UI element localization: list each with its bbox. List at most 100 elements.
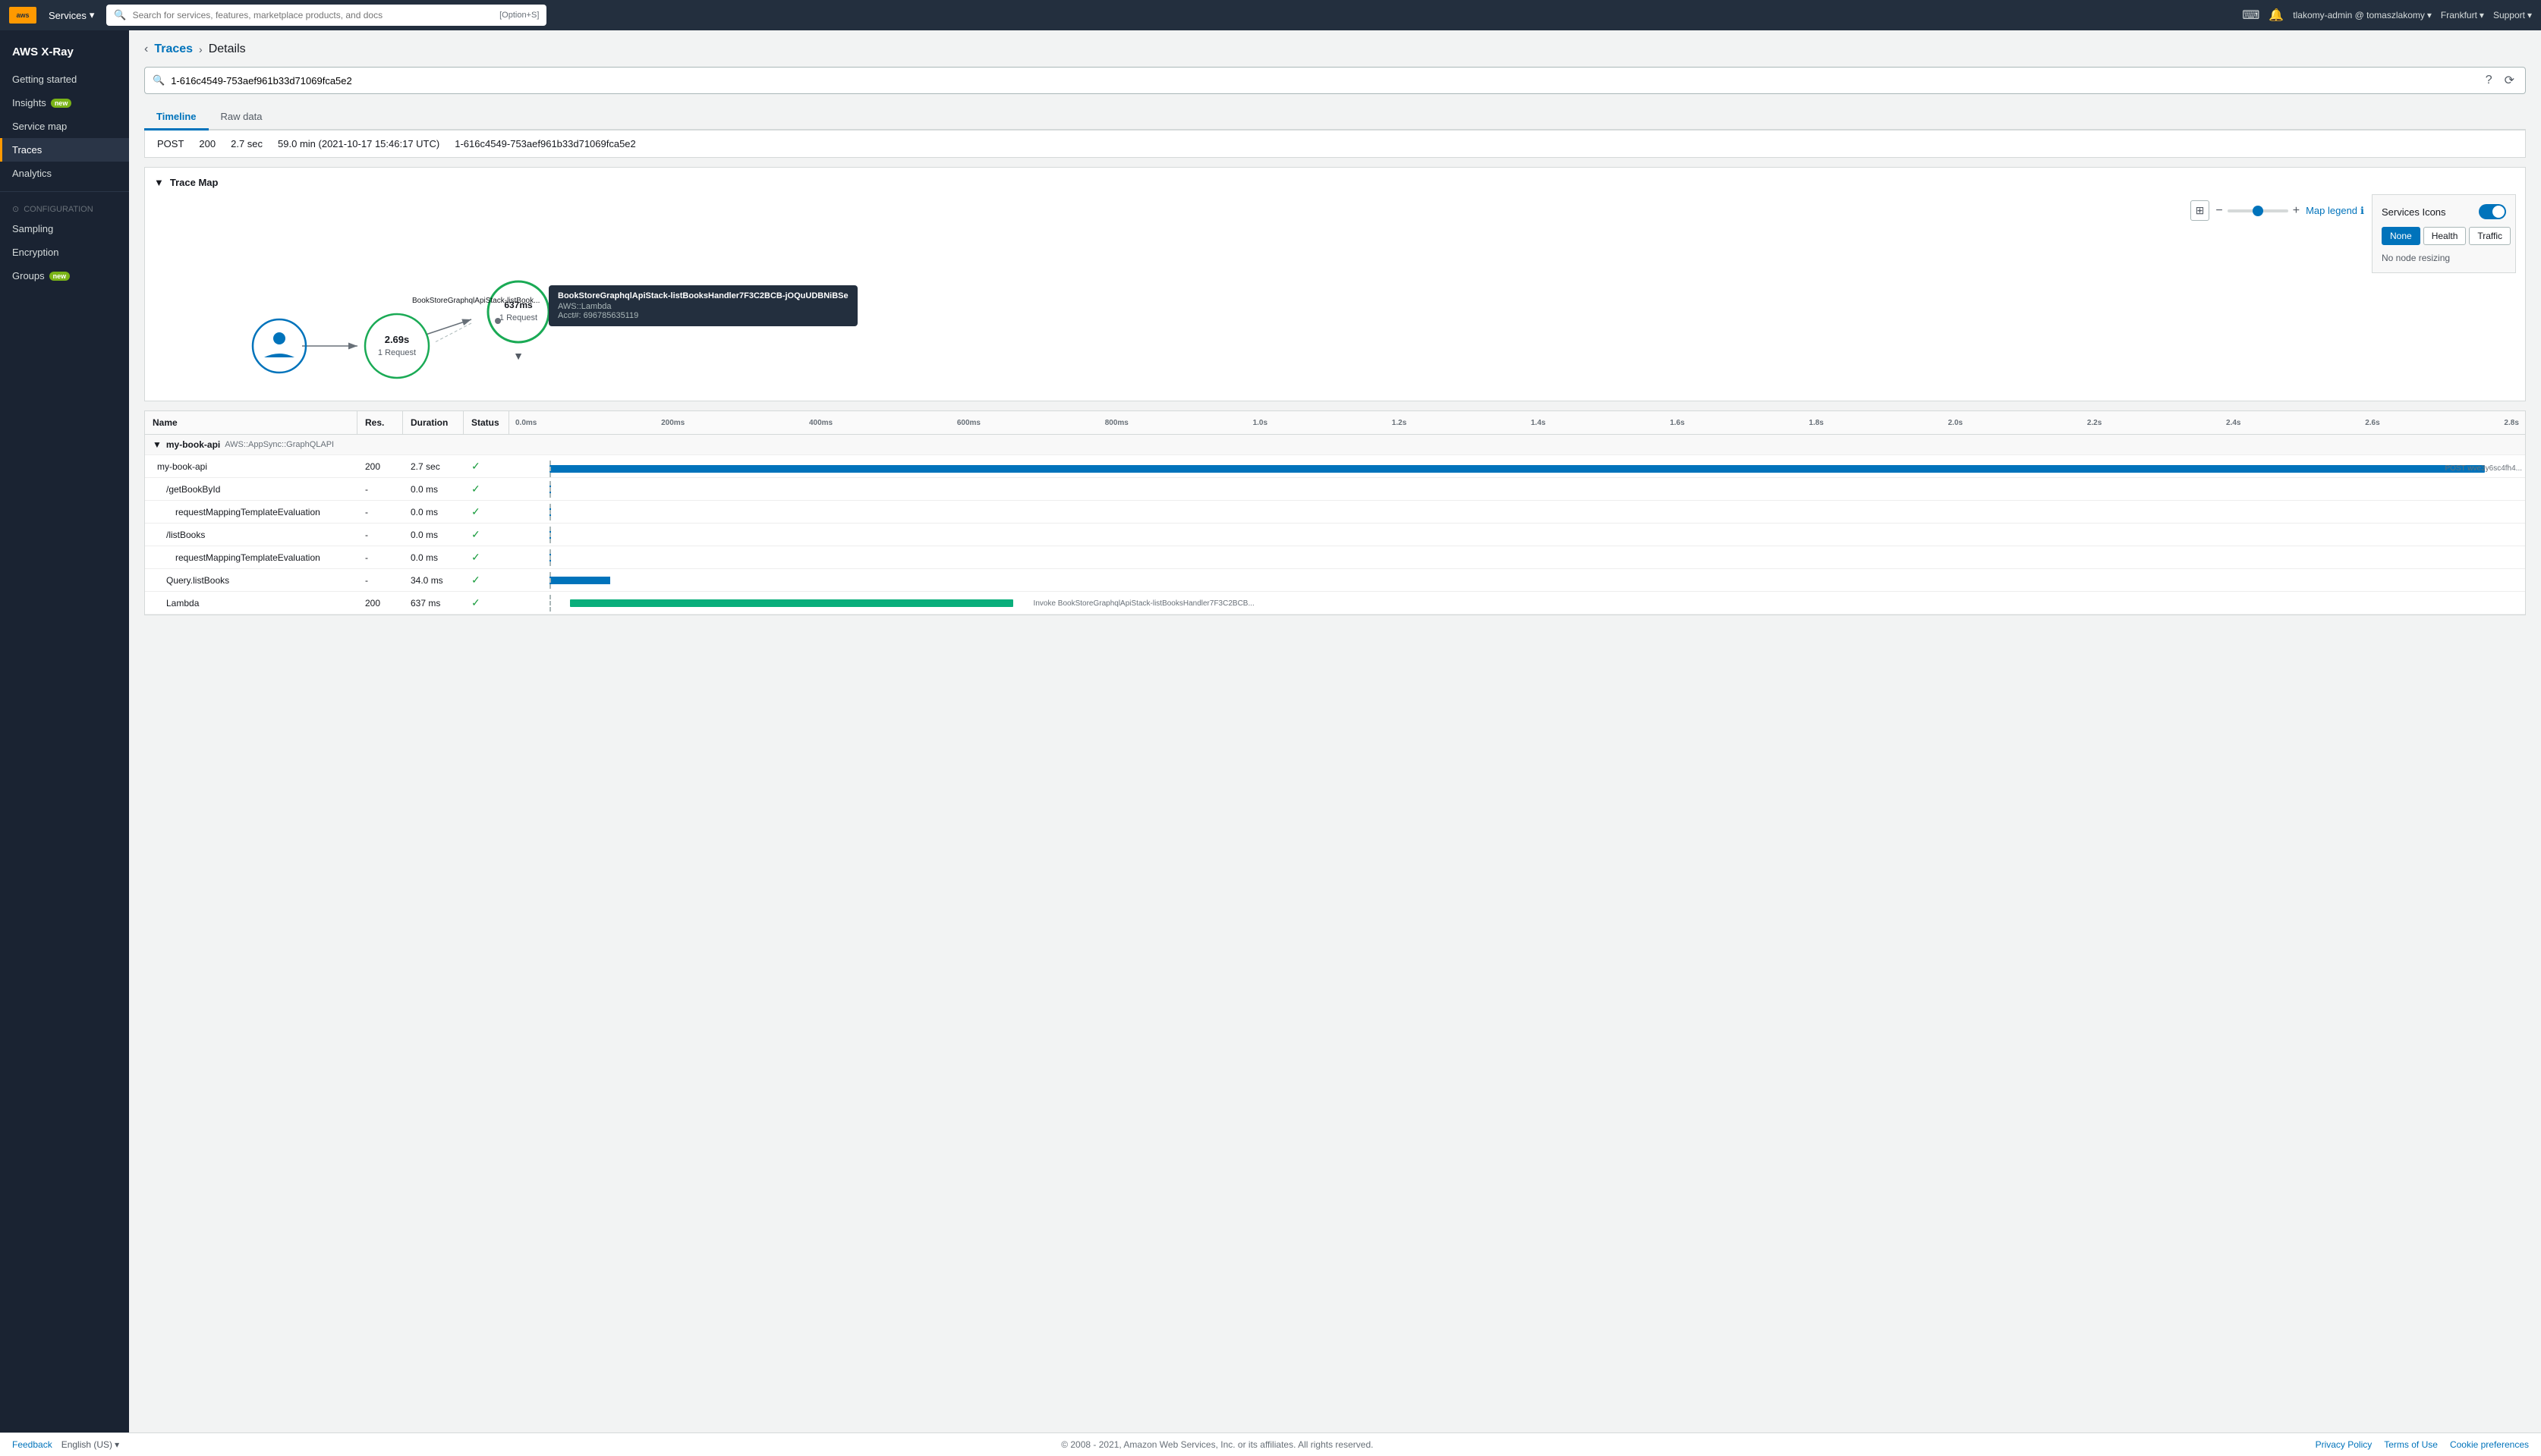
sidebar: AWS X-Ray Getting started Insights new S… [0,30,129,1432]
zoom-in-button[interactable]: + [2293,204,2300,218]
terms-link[interactable]: Terms of Use [2384,1439,2438,1450]
breadcrumb-current: Details [209,42,246,56]
trace-status: 200 [199,138,216,149]
services-button[interactable]: Services ▾ [43,6,100,24]
sidebar-item-sampling[interactable]: Sampling [0,217,129,241]
status-check-icon: ✓ [471,505,480,517]
group-collapse-icon[interactable]: ▼ [153,439,162,450]
zoom-out-button[interactable]: − [2215,204,2222,218]
zoom-track[interactable] [2228,209,2288,212]
bar-right-label: POST wve3y6sc4fh4... [2445,464,2522,473]
sidebar-item-groups[interactable]: Groups new [0,264,129,288]
breadcrumb-back-button[interactable]: ‹ [144,42,148,56]
search-icon: 🔍 [114,9,126,21]
search-refresh-button[interactable]: ⟳ [2502,71,2517,90]
chevron-down-icon: ▾ [2527,10,2532,20]
map-controls: ⊞ − + Map legend ℹ [2190,200,2364,221]
bar-marker [549,549,551,566]
region-menu[interactable]: Frankfurt ▾ [2441,10,2484,20]
zoom-thumb[interactable] [2253,206,2263,216]
footer-right: Privacy Policy Terms of Use Cookie prefe… [2316,1439,2529,1450]
sidebar-item-getting-started[interactable]: Getting started [0,68,129,91]
row-res: - [357,502,403,522]
sidebar-item-service-map[interactable]: Service map [0,115,129,138]
bar-fill [549,577,610,584]
row-name: Query.listBooks [145,571,357,590]
map-layout-button[interactable]: ⊞ [2190,200,2210,221]
map-legend-button[interactable]: Map legend ℹ [2306,205,2364,217]
legend-health-button[interactable]: Health [2423,227,2467,245]
footer-copyright: © 2008 - 2021, Amazon Web Services, Inc.… [119,1439,2315,1450]
tab-raw-data[interactable]: Raw data [209,105,275,131]
collapse-icon: ▼ [154,177,164,188]
chevron-down-icon: ▾ [2427,10,2432,20]
sidebar-item-traces[interactable]: Traces [0,138,129,162]
row-res: 200 [357,593,403,613]
status-check-icon: ✓ [471,574,480,586]
main-content: ‹ Traces › Details 🔍 ? ⟳ Timeline Raw da… [129,30,2541,1432]
trace-meta-row: POST 200 2.7 sec 59.0 min (2021-10-17 15… [144,131,2526,158]
privacy-link[interactable]: Privacy Policy [2316,1439,2373,1450]
breadcrumb: ‹ Traces › Details [144,42,2526,56]
legend-no-resize-label: No node resizing [2382,253,2506,263]
trace-map-header[interactable]: ▼ Trace Map [154,177,2516,188]
groups-new-badge: new [49,272,71,281]
row-bar [509,527,2525,543]
footer: Feedback English (US) ▾ © 2008 - 2021, A… [0,1432,2541,1456]
trace-map-section: ▼ Trace Map [144,167,2526,401]
search-actions: ? ⟳ [2483,71,2517,90]
feedback-link[interactable]: Feedback [12,1439,52,1450]
table-row[interactable]: Lambda 200 637 ms ✓ Invoke BookStoreGrap… [145,592,2525,615]
search-shortcut: [Option+S] [499,11,539,20]
row-name: requestMappingTemplateEvaluation [145,548,357,568]
tab-timeline[interactable]: Timeline [144,105,209,131]
support-menu[interactable]: Support ▾ [2493,10,2532,20]
global-search[interactable]: 🔍 [Option+S] [106,5,546,26]
row-name: /getBookById [145,480,357,499]
search-help-button[interactable]: ? [2483,71,2495,90]
terminal-icon[interactable]: ⌨ [2242,8,2259,23]
aws-logo: aws [9,7,36,24]
table-row[interactable]: requestMappingTemplateEvaluation - 0.0 m… [145,501,2525,524]
cookie-link[interactable]: Cookie preferences [2450,1439,2529,1450]
service-type-badge: AWS::AppSync::GraphQLAPI [225,440,334,449]
table-row[interactable]: requestMappingTemplateEvaluation - 0.0 m… [145,546,2525,569]
row-name: requestMappingTemplateEvaluation [145,502,357,522]
services-icons-toggle[interactable] [2479,204,2506,219]
row-name: my-book-api [145,457,357,476]
row-status: ✓ [464,478,509,500]
sidebar-title: AWS X-Ray [0,42,129,68]
service-group-label: my-book-api [166,439,220,450]
table-row[interactable]: /listBooks - 0.0 ms ✓ [145,524,2525,546]
trace-search-input[interactable] [171,75,2476,86]
sidebar-item-insights[interactable]: Insights new [0,91,129,115]
breadcrumb-separator: › [199,43,203,55]
svg-text:1 Request: 1 Request [499,313,537,322]
table-row[interactable]: /getBookById - 0.0 ms ✓ [145,478,2525,501]
table-row[interactable]: my-book-api 200 2.7 sec ✓ POST wve3y6sc4… [145,455,2525,478]
col-header-res: Res. [357,411,403,434]
bell-icon[interactable]: 🔔 [2269,8,2284,23]
col-header-status: Status [464,411,509,434]
row-status: ✓ [464,455,509,477]
sidebar-item-encryption[interactable]: Encryption [0,241,129,264]
sidebar-divider [0,191,129,192]
global-search-input[interactable] [133,10,494,20]
map-legend-panel: Services Icons None Health Traffic No no… [2372,194,2516,273]
breadcrumb-parent-link[interactable]: Traces [154,42,193,56]
app-layout: AWS X-Ray Getting started Insights new S… [0,30,2541,1432]
language-selector[interactable]: English (US) ▾ [61,1439,119,1450]
zoom-control[interactable]: − + [2215,204,2300,218]
sidebar-item-analytics[interactable]: Analytics [0,162,129,185]
user-menu[interactable]: tlakomy-admin @ tomaszlakomy ▾ [2293,10,2432,20]
legend-none-button[interactable]: None [2382,227,2420,245]
search-icon: 🔍 [153,74,165,86]
legend-traffic-button[interactable]: Traffic [2469,227,2511,245]
bar-marker-dashed [549,461,551,477]
table-row[interactable]: Query.listBooks - 34.0 ms ✓ [145,569,2525,592]
row-status: ✓ [464,524,509,546]
status-check-icon: ✓ [471,460,480,472]
row-status: ✓ [464,592,509,614]
row-res: - [357,480,403,499]
bar-marker [549,527,551,543]
